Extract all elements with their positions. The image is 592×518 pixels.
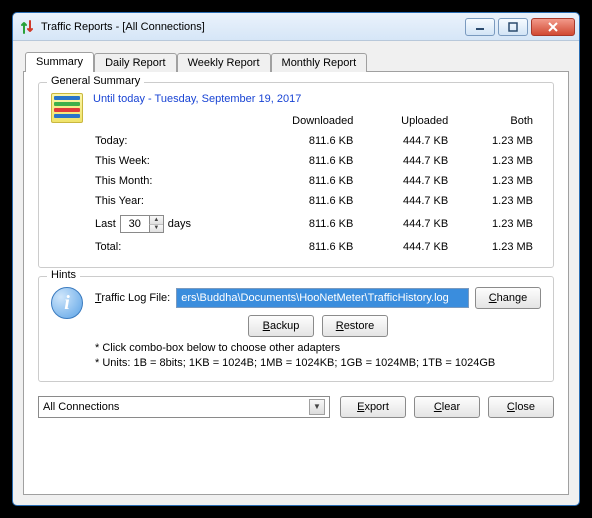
hints-group: Hints i Traffic Log File: Change Backup … (38, 276, 554, 382)
restore-button[interactable]: Restore (322, 315, 388, 337)
col-uploaded: Uploaded (361, 111, 456, 131)
close-window-button[interactable]: Close (488, 396, 554, 418)
hint-line-1: * Click combo-box below to choose other … (95, 341, 541, 356)
backup-button[interactable]: Backup (248, 315, 314, 337)
minimize-button[interactable] (465, 18, 495, 36)
spin-down-icon[interactable]: ▼ (149, 225, 163, 233)
row-month: This Month: 811.6 KB 444.7 KB 1.23 MB (93, 171, 541, 191)
lastn-spinner[interactable]: ▲ ▼ (120, 215, 164, 233)
chevron-down-icon[interactable]: ▼ (309, 399, 325, 415)
adapter-combo[interactable]: All Connections ▼ (38, 396, 330, 418)
adapter-combo-value: All Connections (43, 401, 119, 413)
log-file-label: Traffic Log File: (95, 292, 170, 304)
window-title: Traffic Reports - [All Connections] (41, 21, 465, 33)
tab-summary[interactable]: Summary (25, 52, 94, 72)
tabstrip: Summary Daily Report Weekly Report Month… (23, 49, 569, 71)
window: Traffic Reports - [All Connections] Summ… (12, 12, 580, 506)
app-icon (19, 19, 35, 35)
close-button[interactable] (531, 18, 575, 36)
hint-line-2: * Units: 1B = 8bits; 1KB = 1024B; 1MB = … (95, 356, 541, 371)
export-button[interactable]: Export (340, 396, 406, 418)
summary-table: Downloaded Uploaded Both Today: 811.6 KB… (93, 111, 541, 257)
hints-legend: Hints (47, 269, 80, 281)
lastn-prefix: Last (95, 218, 116, 230)
row-today: Today: 811.6 KB 444.7 KB 1.23 MB (93, 131, 541, 151)
row-total: Total: 811.6 KB 444.7 KB 1.23 MB (93, 237, 541, 257)
row-week: This Week: 811.6 KB 444.7 KB 1.23 MB (93, 151, 541, 171)
titlebar: Traffic Reports - [All Connections] (13, 13, 579, 41)
row-year: This Year: 811.6 KB 444.7 KB 1.23 MB (93, 191, 541, 211)
general-summary-legend: General Summary (47, 75, 144, 87)
tab-daily[interactable]: Daily Report (94, 53, 177, 72)
col-both: Both (456, 111, 541, 131)
footer: All Connections ▼ Export Clear Close (38, 390, 554, 418)
col-downloaded: Downloaded (243, 111, 361, 131)
spin-up-icon[interactable]: ▲ (149, 216, 163, 225)
row-lastn: Last ▲ ▼ (93, 211, 541, 237)
general-summary-group: General Summary Until today - Tuesday, S… (38, 82, 554, 268)
lastn-suffix: days (168, 218, 191, 230)
date-range-label: Until today - Tuesday, September 19, 201… (93, 93, 541, 105)
window-controls (465, 18, 575, 36)
calendar-icon (51, 93, 83, 123)
clear-button[interactable]: Clear (414, 396, 480, 418)
lastn-input[interactable] (121, 216, 149, 232)
tab-monthly[interactable]: Monthly Report (271, 53, 368, 72)
log-file-input[interactable] (176, 288, 469, 308)
tab-weekly[interactable]: Weekly Report (177, 53, 271, 72)
info-icon: i (51, 287, 83, 319)
maximize-button[interactable] (498, 18, 528, 36)
change-button[interactable]: Change (475, 287, 541, 309)
client-area: Summary Daily Report Weekly Report Month… (13, 41, 579, 505)
tabpanel: General Summary Until today - Tuesday, S… (23, 71, 569, 495)
